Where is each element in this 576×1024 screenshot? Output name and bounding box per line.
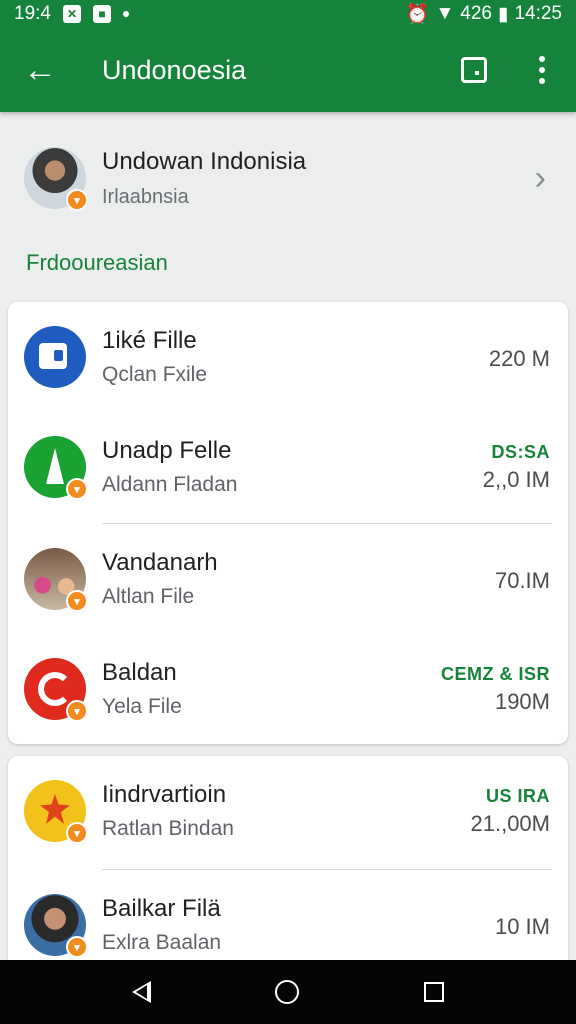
battery-level: 426 bbox=[460, 3, 492, 24]
item-subtitle: Altlan File bbox=[102, 585, 195, 608]
section-label: Frdooureasian bbox=[26, 250, 168, 275]
item-size: 220 M bbox=[488, 346, 550, 371]
item-size: 10 IM bbox=[494, 914, 550, 939]
back-button[interactable]: ← bbox=[0, 28, 80, 112]
item-subtitle: Qclan Fxile bbox=[102, 363, 208, 386]
photo-avatar: ▾ bbox=[24, 548, 88, 612]
tablet-icon bbox=[461, 57, 487, 83]
item-title: Iindrvartioin bbox=[102, 781, 227, 808]
item-title: Vandanarh bbox=[102, 549, 218, 576]
nav-home-button[interactable] bbox=[275, 980, 300, 1004]
list-item[interactable]: ▾ Baldan Yela File CEMZ & ISR 190M bbox=[8, 634, 568, 744]
list-item[interactable]: ▾ Iindrvartioin Ratlan Bindan US IRA 21.… bbox=[8, 756, 568, 866]
file-list-card: ▾ Iindrvartioin Ratlan Bindan US IRA 21.… bbox=[8, 756, 568, 976]
kebab-icon bbox=[539, 56, 545, 84]
item-size: 2,,0 IM bbox=[482, 466, 550, 492]
app-bar: ← Undonoesia bbox=[0, 28, 576, 112]
item-subtitle: Ratlan Bindan bbox=[102, 817, 234, 840]
photo-avatar: ▾ bbox=[24, 894, 88, 958]
image-notification-icon: ✕ bbox=[62, 5, 81, 23]
profile-header[interactable]: ▾ Undowan Indonisia Irlaabnsia › bbox=[0, 128, 576, 228]
status-bar: 19:4 ✕ ■ ⏰ ▼ 426 ▮ 14:25 bbox=[0, 0, 576, 28]
ring-icon: ▾ bbox=[24, 658, 88, 722]
wifi-icon: ▼ bbox=[435, 3, 455, 24]
more-options-button[interactable] bbox=[508, 28, 576, 112]
chevron-right-icon: › bbox=[534, 158, 546, 197]
app-notification-icon: ■ bbox=[92, 5, 111, 23]
status-time: 14:25 bbox=[514, 3, 562, 24]
alarm-icon: ⏰ bbox=[405, 4, 430, 25]
file-list-card: 1iké Fille Qclan Fxile 220 M ▾ Unadp Fel… bbox=[8, 302, 568, 744]
item-subtitle: Exlra Baalan bbox=[102, 931, 222, 954]
badge-icon: ▾ bbox=[66, 822, 88, 844]
list-item[interactable]: ▾ Vandanarh Altlan File 70.IM bbox=[8, 524, 568, 634]
badge-icon: ▾ bbox=[66, 936, 88, 958]
nav-back-button[interactable] bbox=[132, 981, 152, 1003]
list-item[interactable]: 1iké Fille Qclan Fxile 220 M bbox=[8, 302, 568, 412]
battery-icon: ▮ bbox=[497, 3, 509, 25]
tablet-view-button[interactable] bbox=[440, 28, 508, 112]
list-item[interactable]: ▾ Unadp Felle Aldann Fladan DS:SA 2,,0 I… bbox=[8, 412, 568, 522]
more-notifications-icon bbox=[122, 11, 129, 17]
profile-subtitle: Irlaabnsia bbox=[102, 185, 189, 208]
item-size: 21.,00M bbox=[470, 810, 551, 836]
system-nav-bar bbox=[0, 960, 576, 1024]
item-tag: US IRA bbox=[485, 785, 550, 806]
item-subtitle: Aldann Fladan bbox=[102, 473, 238, 496]
badge-icon: ▾ bbox=[66, 478, 88, 500]
item-tag: CEMZ & ISR bbox=[440, 663, 550, 684]
nav-recents-button[interactable] bbox=[423, 982, 444, 1002]
item-title: 1iké Fille bbox=[102, 327, 197, 354]
status-time-left: 19:4 bbox=[14, 3, 51, 24]
item-tag: DS:SA bbox=[491, 441, 550, 462]
chat-square-icon bbox=[24, 326, 86, 388]
profile-name: Undowan Indonisia bbox=[102, 147, 307, 175]
badge-icon: ▾ bbox=[66, 700, 88, 722]
profile-avatar: ▾ bbox=[24, 147, 88, 211]
badge-icon: ▾ bbox=[66, 590, 88, 612]
badge-icon: ▾ bbox=[66, 189, 88, 211]
arrow-left-icon: ← bbox=[23, 50, 57, 89]
item-title: Unadp Felle bbox=[102, 437, 232, 464]
item-subtitle: Yela File bbox=[102, 695, 182, 718]
item-size: 190M bbox=[494, 688, 550, 714]
page-title: Undonoesia bbox=[102, 54, 247, 85]
item-title: Baldan bbox=[102, 659, 177, 686]
item-size: 70.IM bbox=[494, 568, 550, 593]
triangle-icon: ▾ bbox=[24, 436, 88, 500]
item-title: Bailkar Filä bbox=[102, 895, 221, 922]
star-badge-icon: ▾ bbox=[24, 780, 88, 844]
